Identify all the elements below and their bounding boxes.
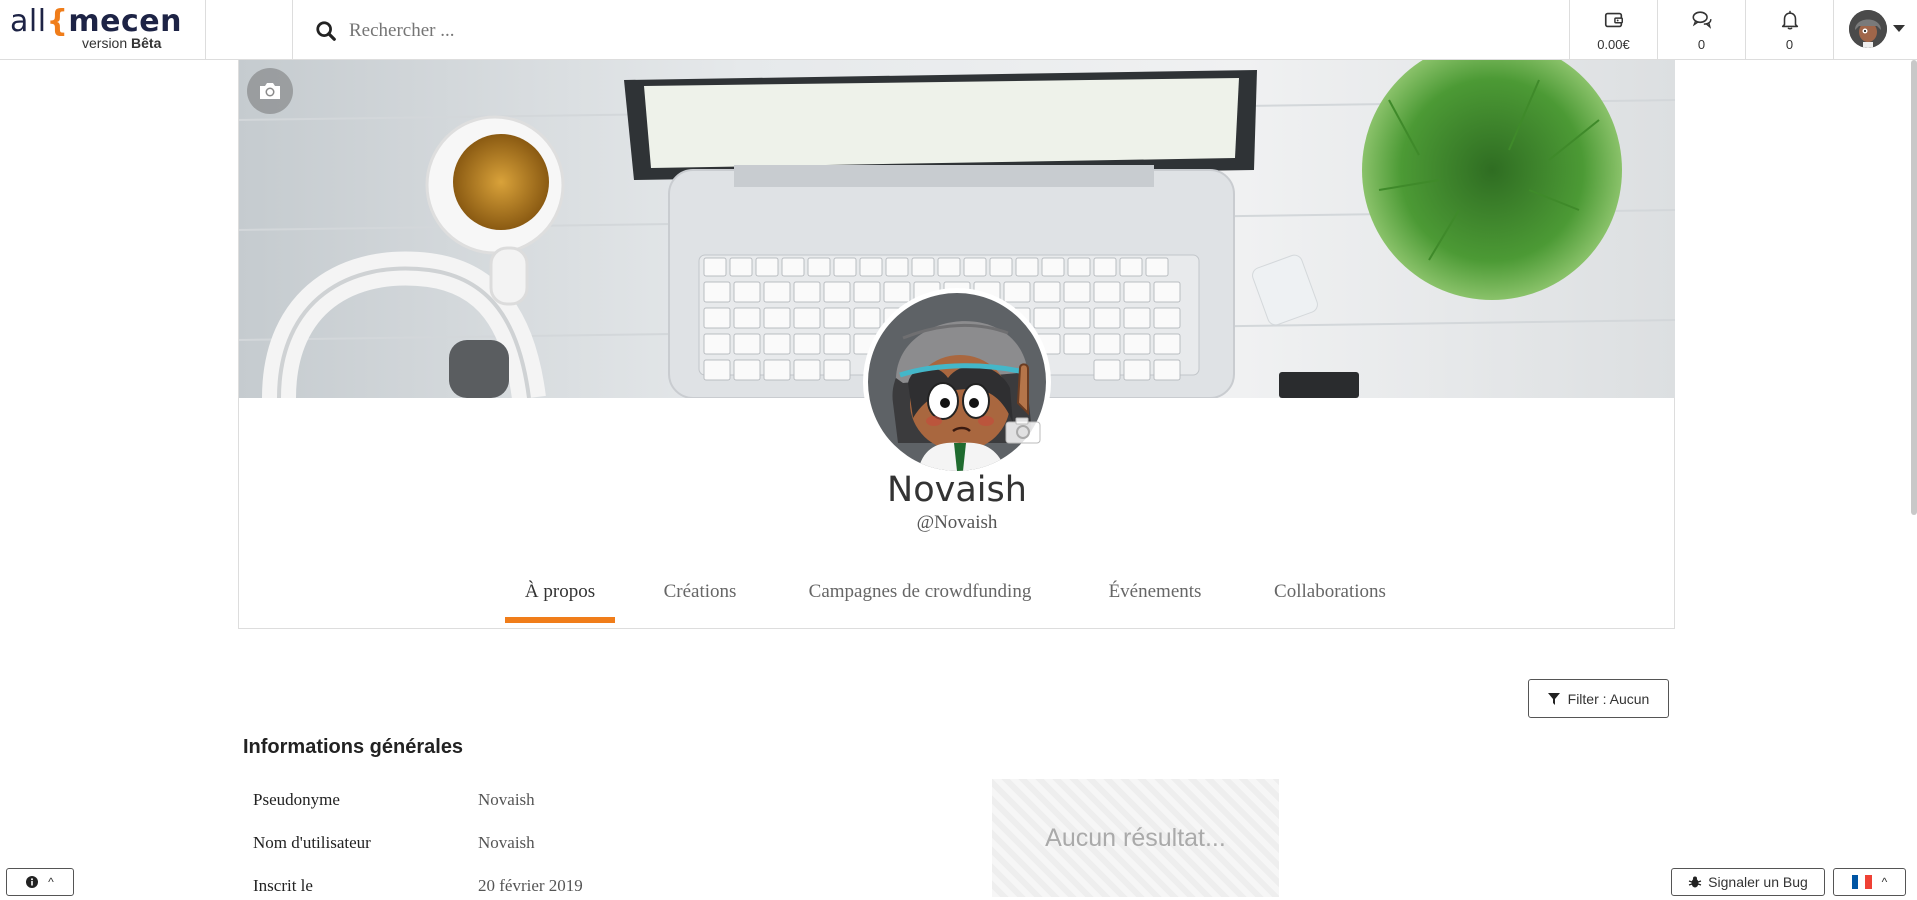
info-value: 20 février 2019 xyxy=(478,876,583,895)
general-info-title: Informations générales xyxy=(243,736,464,758)
divider xyxy=(1833,0,1834,60)
info-icon xyxy=(26,876,39,888)
tab-label: Collaborations xyxy=(1274,581,1386,602)
logo-mecen: mecen xyxy=(68,4,183,39)
camera-icon xyxy=(260,83,280,99)
search-icon xyxy=(316,21,336,41)
wallet-icon xyxy=(1604,12,1623,27)
info-row-username: Nom d'utilisateur Novaish xyxy=(253,833,853,857)
tab-label: Campagnes de crowdfunding xyxy=(808,581,1032,602)
messages-count: 0 xyxy=(1697,36,1706,52)
profile-card: Novaish @Novaish xyxy=(238,60,1675,629)
change-cover-camera-button[interactable] xyxy=(247,68,293,114)
tab-label: Créations xyxy=(663,581,737,602)
tab-a-propos[interactable]: À propos xyxy=(505,566,615,623)
french-flag-icon xyxy=(1851,875,1872,889)
info-row-registered: Inscrit le 20 février 2019 xyxy=(253,876,853,900)
report-bug-label: Signaler un Bug xyxy=(1708,874,1808,890)
user-menu-button[interactable] xyxy=(1847,8,1917,52)
report-bug-button[interactable]: Signaler un Bug xyxy=(1671,868,1825,896)
divider xyxy=(205,0,206,60)
search-bar[interactable] xyxy=(315,18,1215,44)
change-avatar-camera-button[interactable] xyxy=(1005,415,1041,445)
info-key: Inscrit le xyxy=(253,876,313,895)
filter-button[interactable]: Filter : Aucun xyxy=(1528,679,1669,718)
logo-wordmark: all{mecen xyxy=(10,4,182,39)
version-text: version xyxy=(82,35,132,51)
tab-collaborations[interactable]: Collaborations xyxy=(1260,566,1400,623)
camera-icon xyxy=(1005,417,1041,444)
version-beta-label: version Bêta xyxy=(82,35,161,51)
profile-display-name: Novaish xyxy=(887,470,1027,510)
info-row-pseudonyme: Pseudonyme Novaish xyxy=(253,790,853,814)
chat-bubbles-icon xyxy=(1692,10,1711,29)
tab-label: À propos xyxy=(524,581,596,602)
chevron-down-icon xyxy=(1893,25,1905,32)
info-toggle-button[interactable]: ^ xyxy=(6,868,74,896)
wallet-balance: 0.00€ xyxy=(1597,36,1630,52)
empty-results-placeholder: Aucun résultat... xyxy=(992,779,1279,897)
page-scrollbar[interactable] xyxy=(1911,60,1917,515)
search-input[interactable] xyxy=(349,20,849,42)
filter-funnel-icon xyxy=(1547,692,1560,705)
tab-crowdfunding[interactable]: Campagnes de crowdfunding xyxy=(790,566,1050,623)
bug-icon xyxy=(1688,876,1702,888)
logo-brace: { xyxy=(46,4,69,39)
wallet-button[interactable]: 0.00€ xyxy=(1570,0,1657,60)
info-value: Novaish xyxy=(478,833,535,852)
notifications-count: 0 xyxy=(1785,36,1794,52)
logo-all: all xyxy=(10,4,47,39)
tab-label: Événements xyxy=(1108,581,1202,602)
info-value: Novaish xyxy=(478,790,535,809)
tab-evenements[interactable]: Événements xyxy=(1090,566,1220,623)
language-selector[interactable]: ^ xyxy=(1833,868,1906,896)
bell-icon xyxy=(1781,10,1798,30)
tab-creations[interactable]: Créations xyxy=(645,566,755,623)
allmecen-logo[interactable]: all{mecen version Bêta xyxy=(10,2,205,58)
profile-handle: @Novaish xyxy=(916,512,998,533)
info-key: Nom d'utilisateur xyxy=(253,833,371,852)
messages-button[interactable]: 0 xyxy=(1658,0,1745,60)
filter-label: Filter : Aucun xyxy=(1567,690,1650,707)
chevron-up-icon: ^ xyxy=(1881,875,1888,889)
info-key: Pseudonyme xyxy=(253,790,340,809)
user-avatar xyxy=(1849,10,1887,48)
beta-text: Bêta xyxy=(131,35,162,51)
divider xyxy=(292,0,293,60)
top-navbar: all{mecen version Bêta 0.00€ 0 0 xyxy=(0,0,1917,60)
notifications-button[interactable]: 0 xyxy=(1746,0,1833,60)
profile-avatar[interactable] xyxy=(863,288,1051,476)
chevron-up-icon: ^ xyxy=(48,875,54,889)
